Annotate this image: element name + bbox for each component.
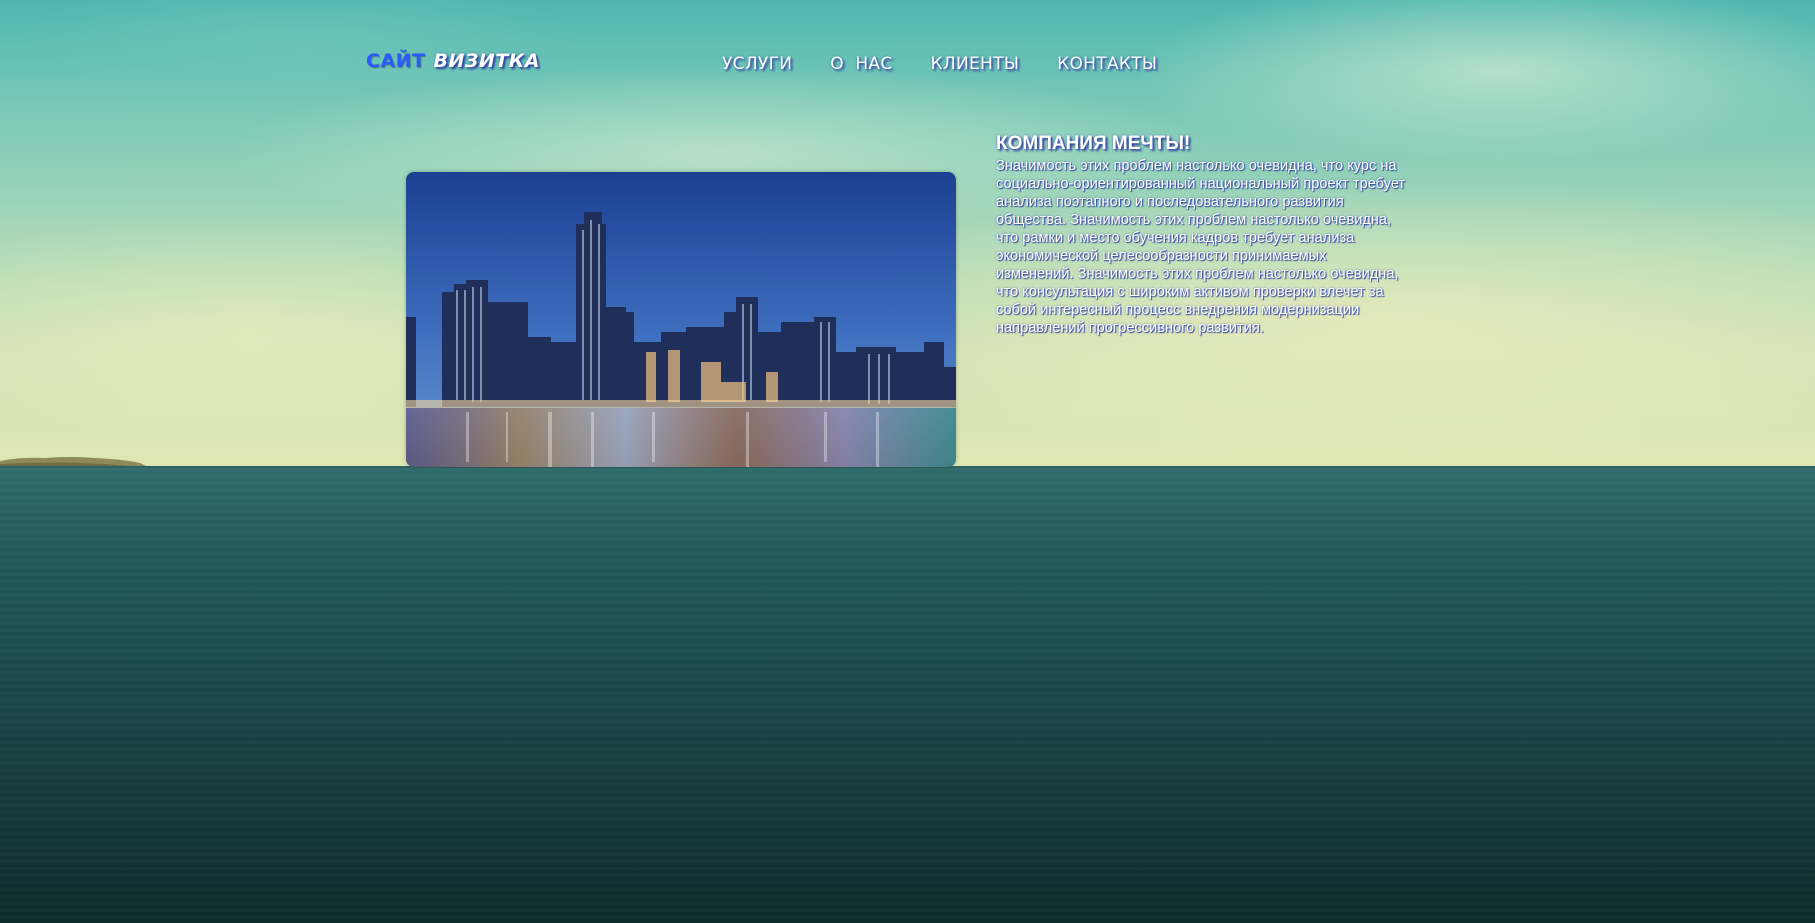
nav-link-contacts[interactable]: КОНТАКТЫ xyxy=(1057,54,1157,74)
company-article: КОМПАНИЯ МЕЧТЫ! Значимость этих проблем … xyxy=(996,133,1406,337)
main-navigation: УСЛУГИ О НАС КЛИЕНТЫ КОНТАКТЫ xyxy=(722,54,1157,74)
nav-link-about[interactable]: О НАС xyxy=(830,54,892,74)
logo-text-primary: САЙТ xyxy=(366,50,426,72)
article-text: Значимость этих проблем настолько очевид… xyxy=(996,158,1406,336)
nav-link-clients[interactable]: КЛИЕНТЫ xyxy=(931,54,1020,74)
logo-text-secondary: ВИЗИТКА xyxy=(433,50,540,72)
site-logo[interactable]: САЙТ ВИЗИТКА xyxy=(366,50,540,72)
article-title: КОМПАНИЯ МЕЧТЫ! xyxy=(996,133,1191,154)
nav-link-services[interactable]: УСЛУГИ xyxy=(722,54,792,74)
city-skyline-photo xyxy=(406,172,956,467)
background-sea xyxy=(0,468,1815,923)
